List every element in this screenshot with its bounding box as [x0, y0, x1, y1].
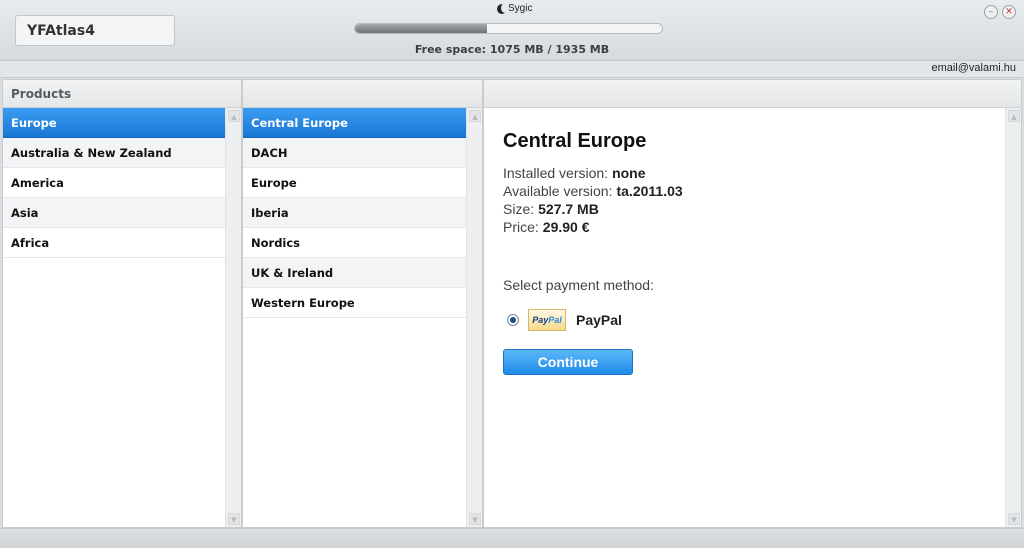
details-scrollbar[interactable]: ▲ ▼	[1005, 108, 1021, 527]
region-list-item[interactable]: Nordics	[243, 228, 466, 258]
minimize-button[interactable]: –	[984, 5, 998, 19]
account-bar: email@valami.hu	[0, 61, 1024, 78]
product-list-item[interactable]: Africa	[3, 228, 225, 258]
brand-logo: Sygic	[497, 2, 533, 14]
product-list-item[interactable]: America	[3, 168, 225, 198]
status-footer	[0, 528, 1024, 548]
device-name[interactable]: YFAtlas4	[15, 15, 175, 46]
scroll-up-icon[interactable]: ▲	[469, 110, 481, 122]
sygic-logo-icon	[497, 2, 509, 14]
price-value: 29.90 €	[542, 219, 590, 235]
available-version-row: Available version: ta.2011.03	[503, 183, 683, 201]
regions-header	[243, 80, 482, 108]
free-space-text: Free space: 1075 MB / 1935 MB	[414, 43, 610, 56]
regions-panel: Central Europe DACH Europe Iberia Nordics UK …	[242, 79, 483, 528]
price-label: Price:	[503, 219, 539, 235]
region-list-item[interactable]: DACH	[243, 138, 466, 168]
paypal-radio[interactable]	[507, 314, 519, 326]
region-list-item[interactable]: Europe	[243, 168, 466, 198]
region-list-item[interactable]: Central Europe	[243, 108, 466, 138]
installed-version-label: Installed version:	[503, 165, 609, 181]
size-label: Size:	[503, 201, 535, 217]
storage-progress-fill	[355, 24, 487, 33]
size-value: 527.7 MB	[538, 201, 599, 217]
products-list: Europe Australia & New Zealand America Asia…	[3, 108, 225, 527]
scroll-up-icon[interactable]: ▲	[1008, 110, 1020, 122]
products-header: Products	[3, 80, 241, 108]
region-list-item[interactable]: UK & Ireland	[243, 258, 466, 288]
scroll-down-icon[interactable]: ▼	[1008, 513, 1020, 525]
product-title: Central Europe	[503, 130, 647, 152]
account-email[interactable]: email@valami.hu	[931, 62, 1016, 74]
product-list-item[interactable]: Australia & New Zealand	[3, 138, 225, 168]
brand-name: Sygic	[508, 3, 533, 14]
installed-version-value: none	[612, 165, 646, 181]
storage-progress-bar	[354, 23, 663, 34]
size-row: Size: 527.7 MB	[503, 201, 683, 219]
scroll-down-icon[interactable]: ▼	[228, 513, 240, 525]
paypal-logo-icon: PayPal	[528, 309, 566, 331]
close-button[interactable]: ✕	[1002, 5, 1016, 19]
products-scrollbar[interactable]: ▲ ▼	[225, 108, 241, 527]
product-list-item[interactable]: Europe	[3, 108, 225, 138]
scroll-up-icon[interactable]: ▲	[228, 110, 240, 122]
regions-scrollbar[interactable]: ▲ ▼	[466, 108, 482, 527]
paypal-label: PayPal	[576, 312, 622, 328]
price-row: Price: 29.90 €	[503, 219, 683, 237]
products-panel: Products Europe Australia & New Zealand Am…	[2, 79, 242, 528]
details-header	[484, 80, 1021, 108]
available-version-label: Available version:	[503, 183, 613, 199]
payment-option-paypal[interactable]: PayPal PayPal	[503, 309, 683, 331]
product-details: Central Europe Installed version: none Av…	[503, 130, 683, 375]
region-list-item[interactable]: Western Europe	[243, 288, 466, 318]
available-version-value: ta.2011.03	[616, 183, 683, 199]
scroll-down-icon[interactable]: ▼	[469, 513, 481, 525]
regions-list: Central Europe DACH Europe Iberia Nordics UK …	[243, 108, 466, 527]
payment-method-label: Select payment method:	[503, 277, 654, 293]
continue-button[interactable]: Continue	[503, 349, 633, 375]
region-list-item[interactable]: Iberia	[243, 198, 466, 228]
app-header: YFAtlas4 Sygic Free space: 1075 MB / 193…	[0, 0, 1024, 61]
product-list-item[interactable]: Asia	[3, 198, 225, 228]
details-panel: Central Europe Installed version: none Av…	[483, 79, 1022, 528]
installed-version-row: Installed version: none	[503, 165, 683, 183]
